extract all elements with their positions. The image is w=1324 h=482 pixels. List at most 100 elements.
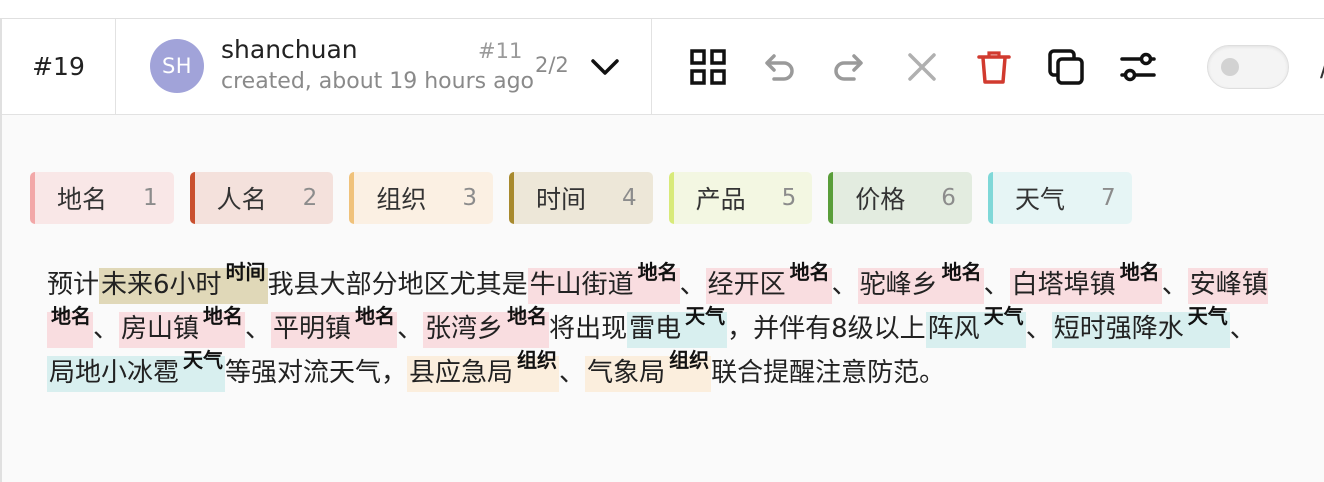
- plain-text: 等强对流天气，: [225, 358, 408, 388]
- entity-text: 房山镇: [121, 314, 200, 344]
- entity-label-tag: 时间: [225, 260, 266, 285]
- entity-text: 张湾乡: [425, 314, 504, 344]
- plain-text: 、: [559, 358, 586, 388]
- entity-span[interactable]: 局地小冰雹 天气: [47, 350, 226, 392]
- label-chip[interactable]: 组织 3: [349, 172, 493, 224]
- entity-text: 平明镇: [273, 314, 352, 344]
- entity-span[interactable]: 未来6小时 时间: [99, 262, 268, 304]
- entity-text: 未来6小时: [101, 270, 222, 300]
- label-hotkey: 3: [462, 185, 477, 211]
- entity-text: 驼峰乡: [859, 270, 938, 300]
- label-name: 组织: [376, 185, 427, 214]
- avatar: SH: [150, 39, 204, 93]
- entity-span[interactable]: 短时强降水 天气: [1051, 306, 1230, 348]
- entity-label-tag: 组织: [669, 348, 710, 373]
- truncated-toolbar-glyph: /: [1320, 53, 1324, 83]
- label-name: 地名: [57, 185, 108, 214]
- entity-span[interactable]: 气象局 组织: [585, 350, 712, 392]
- entity-text: 经开区: [707, 270, 786, 300]
- entity-label-tag: 地名: [941, 260, 982, 285]
- delete-icon[interactable]: [974, 47, 1014, 87]
- entity-label-tag: 地名: [637, 260, 678, 285]
- label-chip[interactable]: 时间 4: [508, 172, 653, 224]
- label-chip[interactable]: 人名 2: [189, 172, 334, 224]
- toggle-switch[interactable]: [1207, 45, 1289, 89]
- label-palette: 地名 1 人名 2 组织 3 时间 4 产品 5 价格 6 天气 7: [30, 172, 1148, 224]
- label-name: 时间: [535, 185, 586, 214]
- entity-text: 局地小冰雹: [49, 358, 180, 388]
- entity-label-tag: 地名: [203, 304, 244, 329]
- plain-text: 、: [93, 314, 120, 344]
- entity-label-tag: 地名: [355, 304, 396, 329]
- plain-text: 将出现: [549, 314, 628, 344]
- plain-text: 、: [679, 270, 706, 300]
- toggle-knob: [1221, 58, 1239, 76]
- entity-span[interactable]: 驼峰乡 地名: [857, 262, 984, 304]
- annotation-id: #11: [478, 39, 523, 63]
- label-hotkey: 1: [143, 185, 158, 211]
- label-chip[interactable]: 天气 7: [987, 172, 1132, 224]
- label-name: 天气: [1014, 185, 1065, 214]
- document-text[interactable]: 预计未来6小时 时间我县大部分地区尤其是牛山街道 地名、经开区 地名、驼峰乡 地名、白塔…: [47, 262, 1277, 395]
- username: shanchuan: [221, 35, 358, 64]
- entity-span[interactable]: 平明镇 地名: [271, 306, 398, 348]
- entity-text: 县应急局: [409, 358, 514, 388]
- chevron-down-icon[interactable]: [587, 49, 623, 85]
- label-name: 产品: [695, 185, 746, 214]
- created-timestamp: created, about 19 hours ago: [221, 69, 534, 94]
- entity-span[interactable]: 雷电 天气: [627, 306, 728, 348]
- duplicate-icon[interactable]: [1046, 47, 1086, 87]
- entity-span[interactable]: 牛山街道 地名: [527, 262, 680, 304]
- entity-text: 白塔埠镇: [1011, 270, 1116, 300]
- task-id: #19: [2, 19, 116, 114]
- label-name: 价格: [855, 185, 906, 214]
- entity-span[interactable]: 白塔埠镇 地名: [1009, 262, 1162, 304]
- entity-label-tag: 地名: [507, 304, 548, 329]
- entity-text: 气象局: [587, 358, 666, 388]
- label-chip[interactable]: 地名 1: [30, 172, 174, 224]
- label-chip[interactable]: 产品 5: [668, 172, 813, 224]
- entity-label-tag: 组织: [517, 348, 558, 373]
- undo-icon[interactable]: [758, 47, 798, 87]
- entity-text: 雷电: [629, 314, 682, 344]
- plain-text: ，并伴有8级以上: [727, 314, 926, 344]
- entity-label-tag: 地名: [1119, 260, 1160, 285]
- entity-label-tag: 天气: [983, 304, 1024, 329]
- plain-text: 联合提醒注意防范。: [711, 358, 946, 388]
- annotation-count: 2/2: [535, 53, 569, 77]
- close-icon[interactable]: [902, 47, 942, 87]
- label-hotkey: 2: [302, 185, 318, 211]
- grid-icon[interactable]: [688, 47, 728, 87]
- annotation-topbar: #19 SH shanchuan created, about 19 hours…: [2, 19, 1324, 115]
- entity-text: 短时强降水: [1053, 314, 1184, 344]
- redo-icon[interactable]: [830, 47, 870, 87]
- label-hotkey: 5: [781, 185, 797, 211]
- label-hotkey: 6: [941, 185, 956, 211]
- entity-span[interactable]: 阵风 天气: [925, 306, 1026, 348]
- plain-text: 、: [831, 270, 858, 300]
- entity-span[interactable]: 房山镇 地名: [119, 306, 246, 348]
- plain-text: 预计: [47, 270, 100, 300]
- plain-text: 我县大部分地区尤其是: [267, 270, 528, 300]
- entity-span[interactable]: 经开区 地名: [705, 262, 832, 304]
- annotation-selector[interactable]: SH shanchuan created, about 19 hours ago…: [117, 19, 652, 114]
- label-chip[interactable]: 价格 6: [828, 172, 972, 224]
- entity-label-tag: 天气: [685, 304, 726, 329]
- entity-span[interactable]: 县应急局 组织: [407, 350, 560, 392]
- plain-text: 、: [1229, 314, 1256, 344]
- entity-label-tag: 天气: [183, 348, 224, 373]
- entity-text: 阵风: [927, 314, 980, 344]
- entity-span[interactable]: 张湾乡 地名: [423, 306, 550, 348]
- entity-label-tag: 地名: [789, 260, 830, 285]
- settings-icon[interactable]: [1118, 47, 1158, 87]
- label-hotkey: 4: [621, 185, 637, 211]
- toolbar: /: [652, 19, 1324, 114]
- plain-text: 、: [397, 314, 424, 344]
- plain-text: 、: [245, 314, 272, 344]
- entity-text: 牛山街道: [529, 270, 634, 300]
- entity-label-tag: 地名: [51, 304, 91, 329]
- label-hotkey: 7: [1100, 185, 1116, 211]
- plain-text: 、: [1161, 270, 1188, 300]
- entity-text: 安峰镇: [1189, 270, 1268, 300]
- plain-text: 、: [1025, 314, 1052, 344]
